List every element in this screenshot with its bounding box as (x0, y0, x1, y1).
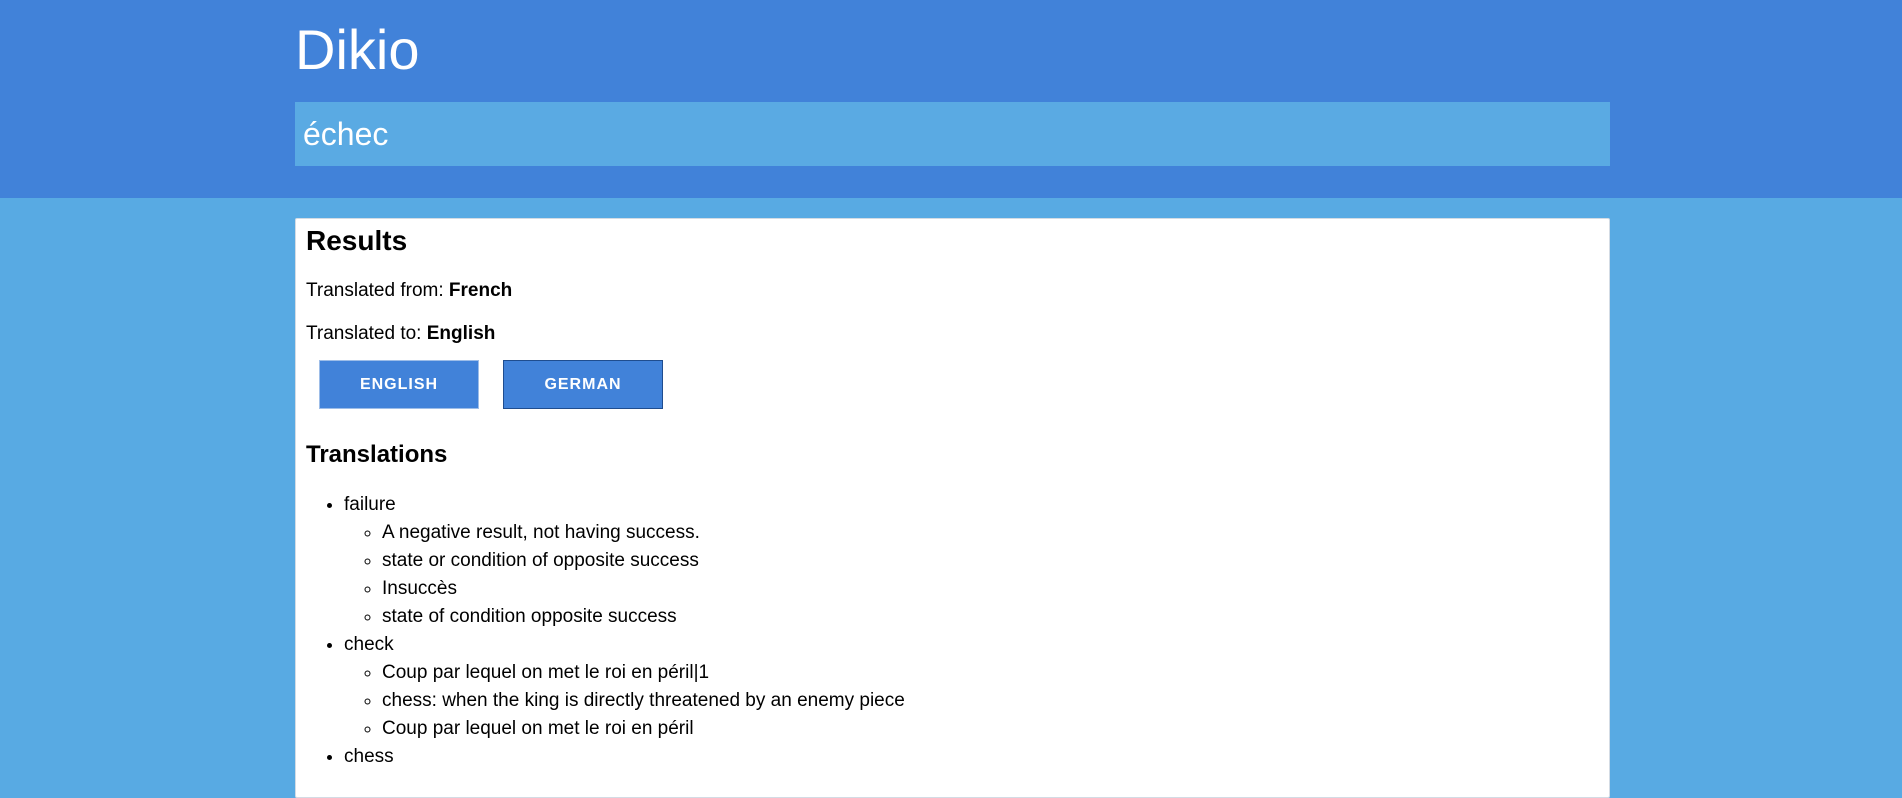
search-input[interactable] (295, 102, 1610, 166)
definition-item: Insuccès (382, 575, 905, 603)
translated-from-label: Translated from: (306, 280, 449, 301)
definition-list: A negative result, not having success. s… (344, 519, 905, 631)
definition-item: Coup par lequel on met le roi en péril (382, 715, 905, 743)
header-bar: Dikio (0, 0, 1902, 198)
translated-to-line: Translated to: English (306, 322, 495, 346)
translated-from-line: Translated from: French (306, 279, 512, 303)
translations-heading: Translations (306, 441, 448, 468)
translation-word: failure (344, 494, 396, 515)
definition-item: state or condition of opposite success (382, 547, 905, 575)
definition-item: Coup par lequel on met le roi en péril|1 (382, 659, 905, 687)
english-button[interactable]: ENGLISH (319, 360, 479, 409)
source-language: French (448, 280, 513, 301)
translation-word: check (344, 634, 394, 655)
results-heading: Results (306, 225, 408, 256)
translation-word: chess (344, 746, 394, 767)
german-button[interactable]: GERMAN (503, 360, 663, 409)
translation-item-chess: chess (344, 743, 905, 771)
results-panel: Results Translated from: French Translat… (295, 218, 1610, 798)
definition-item: A negative result, not having success. (382, 519, 905, 547)
translated-to-label: Translated to: (306, 323, 427, 344)
target-language: English (426, 323, 496, 344)
definition-item: chess: when the king is directly threate… (382, 687, 905, 715)
translation-item-check: check Coup par lequel on met le roi en p… (344, 631, 905, 743)
translation-list: failure A negative result, not having su… (306, 491, 905, 771)
translation-item-failure: failure A negative result, not having su… (344, 491, 905, 631)
app-title: Dikio (295, 18, 420, 81)
definition-list: Coup par lequel on met le roi en péril|1… (344, 659, 905, 743)
definition-item: state of condition opposite success (382, 603, 905, 631)
